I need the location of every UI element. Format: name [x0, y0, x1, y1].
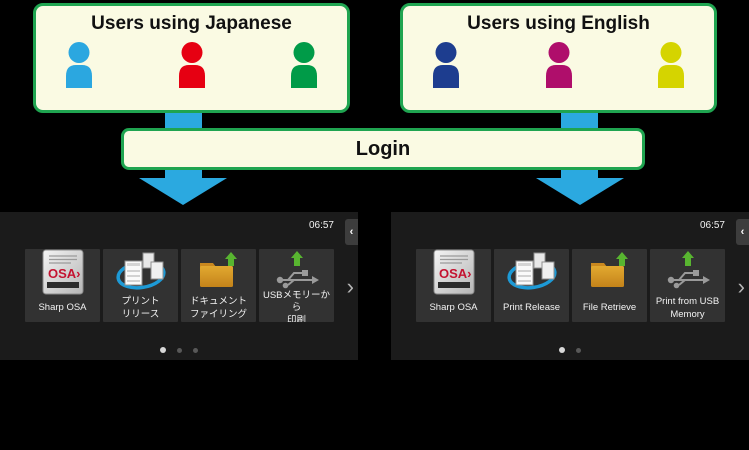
page-dot-active[interactable] — [559, 347, 565, 353]
page-indicator — [391, 347, 749, 353]
next-page-chevron[interactable]: › — [347, 274, 354, 300]
tile-label: ドキュメント ファイリング — [190, 296, 247, 321]
print-release-icon — [506, 249, 558, 295]
chevron-left-icon: ‹ — [741, 226, 745, 238]
collapse-panel-tab[interactable]: ‹ — [736, 219, 749, 245]
user-icon — [429, 42, 463, 88]
login-box: Login — [121, 128, 645, 170]
chevron-left-icon: ‹ — [350, 226, 354, 238]
japanese-home-screen: 06:57 ‹ — [0, 212, 358, 360]
user-icon — [175, 42, 209, 88]
home-tiles: OSA› Sharp OSA — [416, 249, 725, 322]
clock: 06:57 — [309, 220, 334, 231]
clock: 06:57 — [700, 220, 725, 231]
page-indicator — [0, 347, 358, 353]
english-home-screen: 06:57 ‹ OSA› Sharp OSA — [391, 212, 749, 360]
tile-print-release[interactable]: プリント リリース — [103, 249, 178, 322]
page-dot[interactable] — [576, 348, 581, 353]
tile-usb-print[interactable]: Print from USB Memory — [650, 249, 725, 322]
tile-label: Print Release — [503, 302, 560, 314]
svg-text:OSA›: OSA› — [48, 266, 81, 281]
japanese-users-title: Users using Japanese — [36, 13, 347, 35]
user-icon — [287, 42, 321, 88]
down-arrow-head — [536, 178, 624, 205]
tile-file-retrieve[interactable]: File Retrieve — [572, 249, 647, 322]
usb-print-icon — [665, 249, 711, 295]
english-users-box: Users using English — [400, 3, 717, 113]
tile-label: File Retrieve — [583, 302, 636, 314]
file-retrieve-icon — [588, 249, 632, 295]
tile-label: Sharp OSA — [429, 302, 477, 314]
next-page-chevron[interactable]: › — [738, 274, 745, 300]
tile-label: Sharp OSA — [38, 302, 86, 314]
tile-document-filing[interactable]: ドキュメント ファイリング — [181, 249, 256, 322]
user-icon — [62, 42, 96, 88]
document-filing-icon — [197, 249, 241, 295]
sharp-osa-icon: OSA› — [42, 249, 84, 295]
tile-label: Print from USB Memory — [656, 296, 719, 321]
user-icon — [654, 42, 688, 88]
tile-label: USBメモリーから 印刷 — [259, 290, 334, 322]
english-users-title: Users using English — [403, 13, 714, 35]
usb-print-icon — [274, 249, 320, 295]
japanese-users-box: Users using Japanese — [33, 3, 350, 113]
japanese-users-row — [36, 42, 347, 88]
page: Users using Japanese — [0, 0, 749, 450]
page-dot[interactable] — [193, 348, 198, 353]
chevron-right-icon: › — [738, 274, 745, 299]
sharp-osa-icon: OSA› — [433, 249, 475, 295]
print-release-icon — [115, 249, 167, 295]
down-arrow-head — [139, 178, 227, 205]
tile-label: プリント リリース — [121, 296, 159, 321]
chevron-right-icon: › — [347, 274, 354, 299]
login-label: Login — [356, 138, 410, 161]
tile-sharp-osa[interactable]: OSA› Sharp OSA — [25, 249, 100, 322]
tile-sharp-osa[interactable]: OSA› Sharp OSA — [416, 249, 491, 322]
home-tiles: OSA› Sharp OSA — [25, 249, 334, 322]
user-icon — [542, 42, 576, 88]
collapse-panel-tab[interactable]: ‹ — [345, 219, 358, 245]
tile-usb-print[interactable]: USBメモリーから 印刷 — [259, 249, 334, 322]
english-users-row — [403, 42, 714, 88]
svg-text:OSA›: OSA› — [439, 266, 472, 281]
page-dot-active[interactable] — [160, 347, 166, 353]
page-dot[interactable] — [177, 348, 182, 353]
tile-print-release[interactable]: Print Release — [494, 249, 569, 322]
